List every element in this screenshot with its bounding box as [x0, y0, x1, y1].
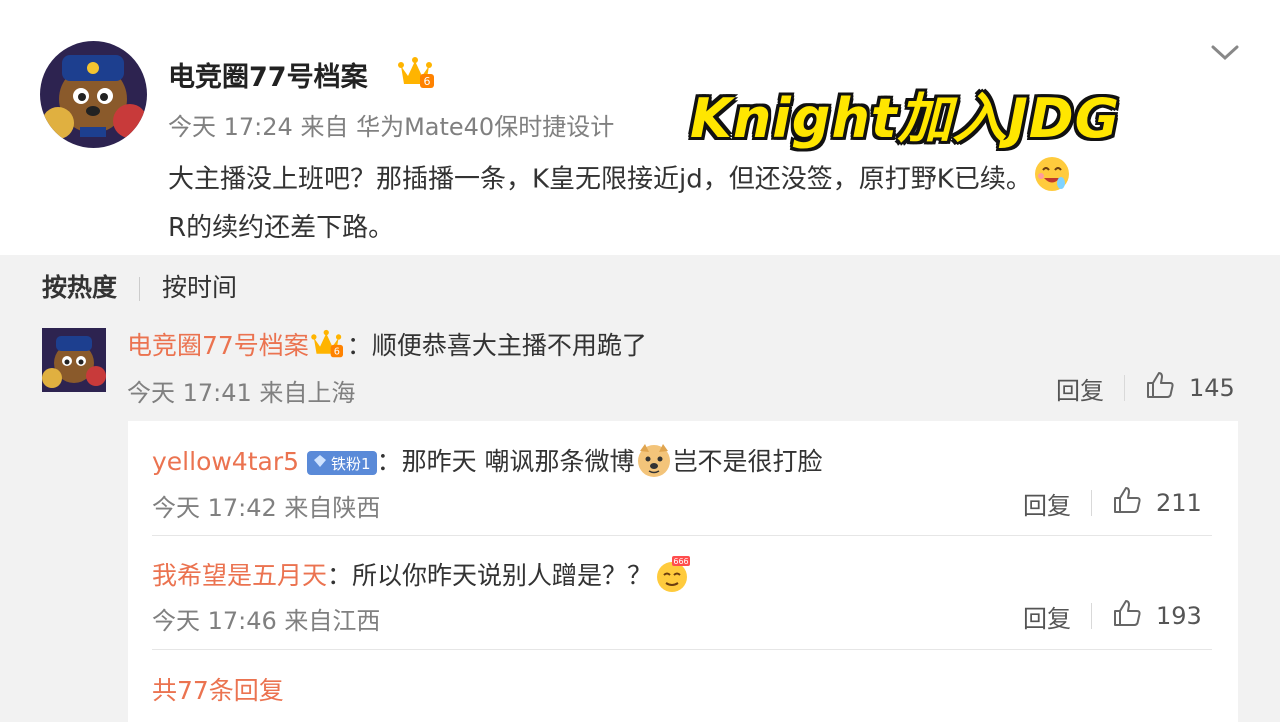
overlay-banner: Knight加入JDG: [690, 87, 1120, 150]
diamond-icon: [313, 454, 327, 472]
crown-icon: 6: [311, 329, 345, 365]
reply-line: yellow4tar5 铁粉1 ：那昨天 嘲讽那条微博 岂不是很打脸: [152, 441, 823, 485]
reply-actions: 回复 193: [1023, 598, 1202, 634]
chevron-down-icon[interactable]: [1208, 38, 1242, 66]
post-text-line1: 大主播没上班吧？那插播一条，K皇无限接近jd，但还没签，原打野K已续。: [168, 164, 1032, 195]
reply-button[interactable]: 回复: [1023, 599, 1071, 634]
comment-meta: 今天 17:41 来自上海: [127, 379, 356, 407]
author-avatar[interactable]: [40, 41, 147, 148]
action-divider: [1091, 603, 1092, 629]
thumbs-up-icon[interactable]: [1112, 485, 1142, 521]
fan-badge-label: 铁粉1: [331, 454, 371, 473]
post-meta: 今天 17:24 来自 华为Mate40保时捷设计: [168, 107, 614, 142]
reply-button[interactable]: 回复: [1023, 486, 1071, 521]
author-name[interactable]: 电竞圈77号档案: [168, 55, 368, 94]
svg-text:6: 6: [424, 75, 431, 88]
sort-bar: 按热度 按时间: [42, 268, 237, 304]
thumbs-up-icon[interactable]: [1112, 598, 1142, 634]
reply-meta: 今天 17:46 来自江西: [152, 607, 381, 635]
reply-author[interactable]: 我希望是五月天: [152, 561, 327, 590]
post-text: 大主播没上班吧？那插播一条，K皇无限接近jd，但还没签，原打野K已续。 R的续约…: [168, 153, 1208, 250]
thumbs-up-icon[interactable]: [1145, 370, 1175, 406]
emoji-666-icon: 666: [652, 554, 692, 600]
emoji-doge-icon: [635, 441, 673, 485]
reply-divider: [152, 535, 1212, 536]
svg-text:6: 6: [334, 347, 340, 358]
action-divider: [1091, 490, 1092, 516]
comment-avatar[interactable]: [42, 328, 106, 392]
reply-thread: yellow4tar5 铁粉1 ：那昨天 嘲讽那条微博 岂不是很打脸 今天 17:42…: [128, 421, 1238, 722]
like-count: 211: [1156, 489, 1202, 517]
reply-button[interactable]: 回复: [1056, 371, 1104, 406]
comment-author[interactable]: 电竞圈77号档案: [127, 331, 309, 360]
reply-meta: 今天 17:42 来自陕西: [152, 494, 381, 522]
reply-divider: [152, 649, 1212, 650]
like-count: 145: [1189, 374, 1235, 402]
sort-divider: [139, 277, 141, 301]
comment-text: ：顺便恭喜大主播不用跪了: [346, 331, 647, 360]
weibo-post: 电竞圈77号档案 6 今天 17:24 来自 华为Mate40保时捷设计 大主播…: [0, 0, 1280, 255]
reply-text-2: 岂不是很打脸: [672, 447, 823, 476]
post-text-line2: R的续约还差下路。: [168, 213, 395, 243]
reply-text: ：所以你昨天说别人蹭是？？: [327, 561, 653, 590]
crown-icon: 6: [398, 56, 436, 94]
svg-text:666: 666: [673, 557, 688, 566]
reply-actions: 回复 211: [1023, 485, 1202, 521]
sort-by-hot-tab[interactable]: 按热度: [42, 273, 117, 302]
reply-line: 我希望是五月天：所以你昨天说别人蹭是？？ 666: [152, 554, 692, 600]
fan-badge: 铁粉1: [307, 451, 377, 475]
comment-line: 电竞圈77号档案 6 ：顺便恭喜大主播不用跪了: [127, 326, 647, 365]
reply-text: ：那昨天 嘲讽那条微博: [376, 447, 635, 476]
post-source: 来自 华为Mate40保时捷设计: [300, 113, 615, 141]
view-all-replies-link[interactable]: 共77条回复: [152, 671, 284, 707]
comment-actions: 回复 145: [1056, 370, 1235, 406]
like-count: 193: [1156, 602, 1202, 630]
action-divider: [1124, 375, 1125, 401]
sort-by-time-tab[interactable]: 按时间: [162, 273, 237, 302]
post-time: 今天 17:24: [168, 113, 293, 141]
emoji-drool-icon: [1032, 153, 1072, 207]
reply-author[interactable]: yellow4tar5: [152, 447, 299, 476]
